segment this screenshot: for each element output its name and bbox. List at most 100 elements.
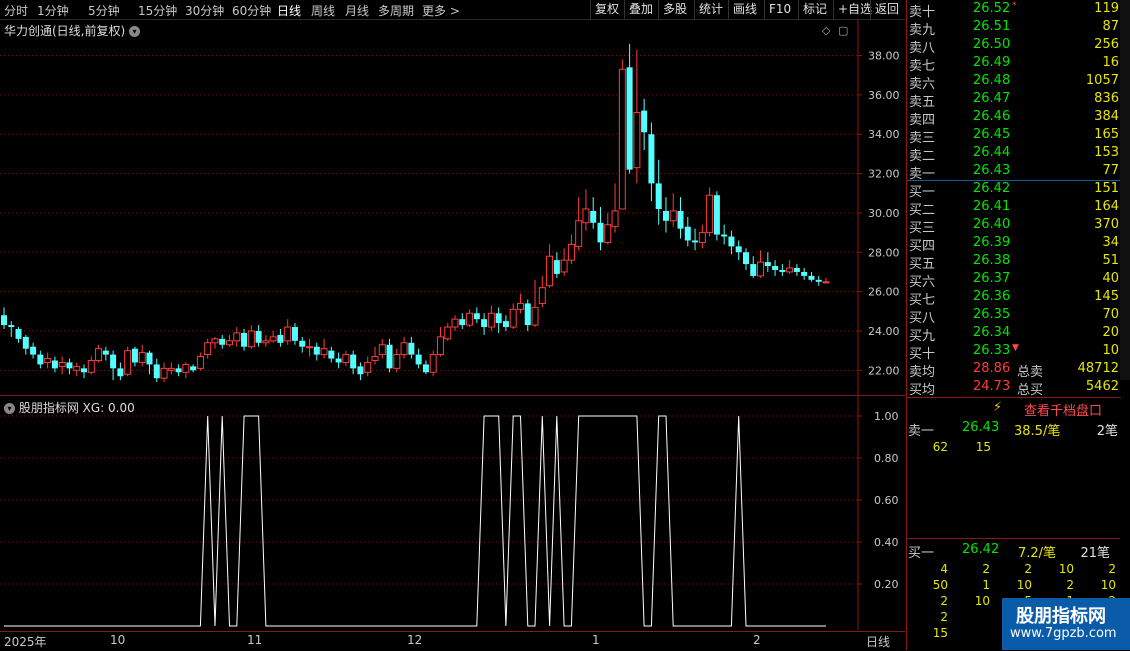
bid-price: 26.41 [973, 199, 1011, 214]
bid-row[interactable]: 买十 26.33 ▼ 10 [907, 343, 1121, 362]
ask-volume: 1057 [1085, 73, 1119, 88]
period-tab-daily[interactable]: 日线 [277, 2, 301, 19]
overlay-button[interactable]: 叠加 [624, 0, 657, 19]
bid-volume: 145 [1094, 289, 1119, 304]
period-tab-1min[interactable]: 1分钟 [37, 2, 69, 19]
mark-button[interactable]: 标记 [798, 0, 831, 19]
candle-body-down [495, 313, 502, 324]
period-tab-fenshi[interactable]: 分时 [4, 2, 28, 19]
bid-volume: 70 [1102, 307, 1119, 322]
price-tick-label: 22.00 [868, 364, 900, 377]
f10-button[interactable]: F10 [764, 0, 795, 19]
candle-body-up [284, 326, 292, 342]
price-tick-label: 38.00 [868, 50, 900, 63]
back-button[interactable]: 返回 [870, 0, 903, 19]
ask-row[interactable]: 卖三 26.45 165 [907, 127, 1121, 146]
level2-ask1-avg: 38.5/笔 [1014, 424, 1061, 439]
candle-body-up [466, 312, 474, 326]
date-tick: 2025年 [4, 635, 47, 649]
indicator-grid [0, 396, 859, 630]
indicator-tick-label: 0.40 [874, 536, 899, 549]
ask-volume: 16 [1102, 55, 1119, 70]
candle-body-up [618, 68, 626, 210]
candle-body-down [30, 346, 37, 355]
period-tab-more[interactable]: 更多 > [422, 2, 460, 19]
price-axis: 22.00 24.00 26.00 28.00 30.00 32.00 34.00 36.00… [858, 50, 900, 377]
candle-body-down [481, 319, 488, 328]
candlestick-chart[interactable]: 22.00 24.00 26.00 28.00 30.00 32.00 34.00 36.00… [0, 20, 905, 395]
candle-body-down [793, 268, 800, 272]
draw-line-button[interactable]: 画线 [728, 0, 761, 19]
ask-row[interactable]: 卖二 26.44 153 [907, 145, 1121, 164]
view-depth-button[interactable]: 查看千档盘口 [1024, 400, 1102, 419]
period-tab-monthly[interactable]: 月线 [345, 2, 369, 19]
candle-body-down [677, 210, 684, 229]
bid-price: 26.36 [973, 289, 1011, 304]
candle-body-down [408, 342, 415, 355]
period-tab-multi[interactable]: 多周期 [378, 2, 414, 19]
ask-row[interactable]: 卖五 26.47 836 [907, 91, 1121, 110]
ask-volume: 256 [1094, 37, 1119, 52]
candle-body-down [350, 354, 357, 369]
bid-row[interactable]: 买六 26.37 40 [907, 271, 1121, 290]
candle-body-up [567, 243, 575, 261]
bid-level-label: 买六 [909, 275, 936, 290]
period-tab-60min[interactable]: 60分钟 [232, 2, 271, 19]
bid-row[interactable]: 买二 26.41 164 [907, 199, 1121, 218]
indicator-chart[interactable]: 0.20 0.40 0.60 0.80 1.00 [0, 396, 905, 630]
candle-body-down [779, 269, 786, 272]
ask-row[interactable]: 卖八 26.50 256 [907, 37, 1121, 56]
ask-row[interactable]: 卖九 26.51 87 [907, 19, 1121, 38]
bid-row[interactable]: 买七 26.36 145 [907, 289, 1121, 308]
level2-ask1-price: 26.43 [962, 420, 1000, 435]
candle-body-up [211, 338, 219, 344]
candle-body-down [655, 183, 662, 209]
candle-body-up [604, 224, 612, 243]
bid-row[interactable]: 买一 26.42 151 [907, 181, 1121, 200]
level2-bid1-avg: 7.2/笔 [1018, 546, 1057, 561]
period-tab-15min[interactable]: 15分钟 [138, 2, 177, 19]
xg-line [4, 415, 826, 627]
ask-row[interactable]: 卖十 26.52 * 119 [907, 1, 1121, 20]
candle-body-up [182, 363, 190, 373]
candle-body-up [393, 354, 401, 369]
ask-row[interactable]: 卖四 26.46 384 [907, 109, 1121, 128]
candle-body-down [553, 260, 560, 274]
date-tick: 2 [753, 633, 761, 647]
period-tab-30min[interactable]: 30分钟 [185, 2, 224, 19]
ask-row[interactable]: 卖七 26.49 16 [907, 55, 1121, 74]
indicator-title[interactable]: ▾ 股朋指标网 XG: 0.00 [4, 399, 135, 416]
candle-body-down [750, 264, 757, 276]
dropdown-circle-icon[interactable]: ▾ [129, 26, 141, 37]
side-scrollbar[interactable] [1120, 0, 1130, 380]
order-qty: 10 [974, 594, 990, 608]
ask-volume: 153 [1094, 145, 1119, 160]
period-tab-5min[interactable]: 5分钟 [88, 2, 120, 19]
candle-body-down [801, 271, 808, 276]
dropdown-circle-icon[interactable]: ▾ [4, 403, 15, 414]
date-tick: 10 [110, 633, 126, 647]
bid-row[interactable]: 买四 26.39 34 [907, 235, 1121, 254]
ask-level-label: 卖三 [909, 131, 936, 146]
stock-title[interactable]: 华力创通(日线,前复权) ▾ [4, 22, 141, 39]
ask-row[interactable]: 卖六 26.48 1057 [907, 73, 1121, 92]
bid-row[interactable]: 买九 26.34 20 [907, 325, 1121, 344]
ask-row[interactable]: 卖一 26.43 77 [907, 163, 1121, 182]
bid-volume: 10 [1102, 343, 1119, 358]
bid-row[interactable]: 买三 26.40 370 [907, 217, 1121, 236]
bid-row[interactable]: 买五 26.38 51 [907, 253, 1121, 272]
period-tab-weekly[interactable]: 周线 [311, 2, 335, 19]
stats-button[interactable]: 统计 [694, 0, 727, 19]
bid-row[interactable]: 买八 26.35 70 [907, 307, 1121, 326]
bid-price: 26.42 [973, 181, 1011, 196]
candle-body-down [473, 313, 480, 320]
close-panel-icon: ▢ [838, 24, 848, 37]
candle-body-down [117, 368, 124, 377]
candle-body-down [291, 327, 298, 341]
candle-body-down [422, 364, 429, 373]
multi-stock-button[interactable]: 多股 [658, 0, 691, 19]
sell-avg-value: 28.86 [973, 361, 1011, 376]
adjust-button[interactable]: 复权 [590, 0, 623, 19]
lightning-icon: ⚡ [993, 400, 1003, 415]
candle-body-up [582, 208, 590, 224]
